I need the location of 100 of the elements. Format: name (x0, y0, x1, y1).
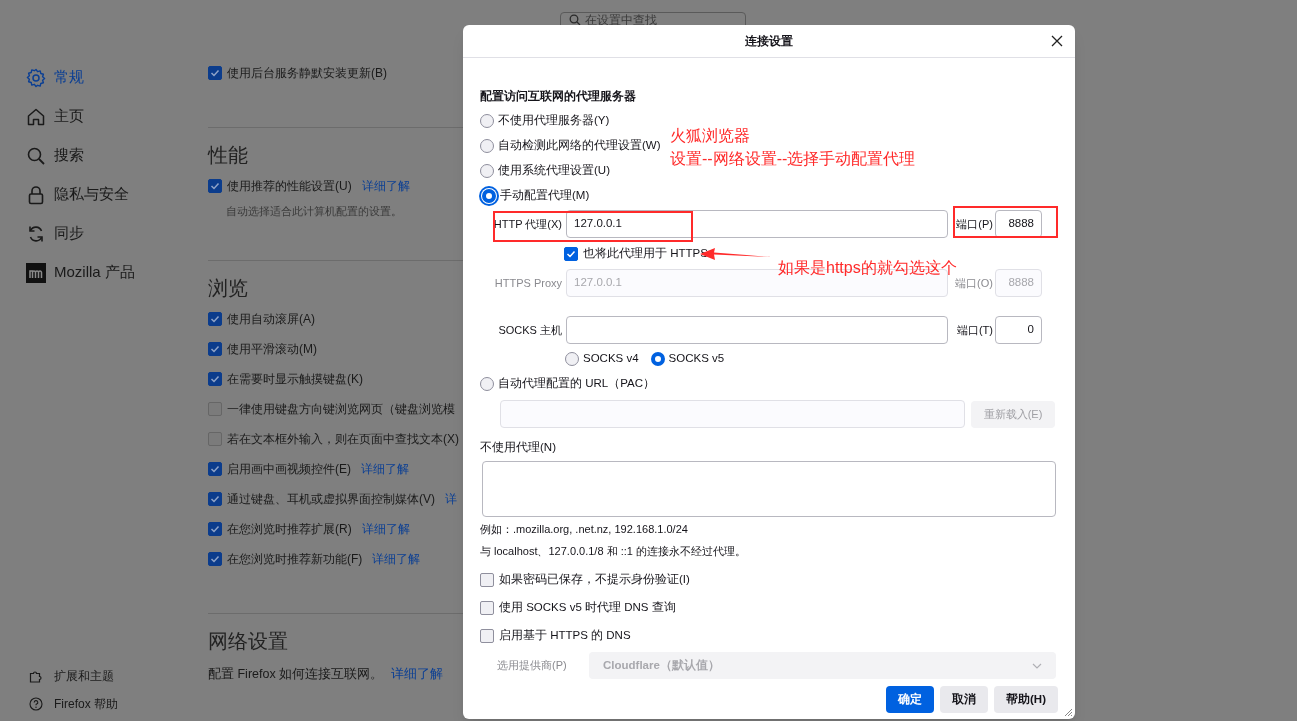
radio-label: SOCKS v5 (668, 350, 725, 366)
port-field[interactable]: 8888 (995, 210, 1042, 238)
dialog-button[interactable]: 帮助(H) (994, 686, 1058, 713)
field-label: 端口(O) (954, 275, 994, 291)
resize-grip-icon[interactable] (1063, 707, 1073, 717)
checkbox-label: 如果密码已保存，不提示身份验证(I) (499, 572, 690, 588)
learn-more-link[interactable]: 详细了解 (361, 177, 410, 195)
checkbox[interactable] (564, 247, 578, 261)
radio-label: SOCKS v4 (583, 350, 639, 366)
host-field[interactable] (566, 316, 948, 344)
checkbox[interactable] (208, 372, 222, 386)
radio-label: 自动检测此网络的代理设置(W) (498, 137, 661, 153)
checkbox[interactable] (480, 629, 494, 643)
sidebar-item[interactable]: 搜索 (54, 144, 84, 167)
radio-button[interactable] (480, 138, 494, 153)
hint-text: 与 localhost、127.0.0.1/8 和 ::1 的连接永不经过代理。 (480, 544, 747, 559)
checkbox-label: 使用 SOCKS v5 时代理 DNS 查询 (499, 600, 676, 616)
radio-button[interactable] (480, 377, 494, 391)
url-field[interactable] (500, 400, 965, 428)
checkmark-icon (210, 374, 220, 384)
checkmark-icon (210, 464, 220, 474)
checkbox[interactable] (208, 462, 222, 476)
radio-label: 手动配置代理(M) (500, 187, 590, 203)
radio-button[interactable] (482, 188, 496, 203)
checkbox[interactable] (208, 492, 222, 506)
learn-more-link[interactable]: 详细了解 (361, 460, 409, 478)
checkbox[interactable] (208, 522, 222, 536)
radio-label: 自动代理配置的 URL（PAC） (498, 376, 655, 392)
checkbox[interactable] (480, 601, 494, 615)
dialog-button[interactable]: 取消 (940, 686, 989, 713)
checkbox-label: 启用画中画视频控件(E) (227, 461, 351, 478)
sidebar-item[interactable]: 同步 (54, 222, 84, 245)
sync-icon (26, 223, 46, 244)
annotation-text: 火狐浏览器 (670, 126, 751, 146)
sidebar-item[interactable]: 主页 (54, 105, 84, 128)
checkmark-icon (210, 554, 220, 564)
field-label: 选用提供商(P) (497, 658, 568, 674)
checkbox[interactable] (208, 66, 222, 80)
checkbox-label: 使用后台服务静默安装更新(B) (227, 65, 387, 82)
help-icon (29, 697, 43, 711)
checkmark-icon (210, 524, 220, 534)
field-label: 端口(P) (955, 216, 994, 232)
checkbox[interactable] (480, 573, 494, 587)
checkbox[interactable] (208, 179, 222, 193)
field-label: 端口(T) (955, 322, 994, 338)
checkmark-icon (566, 249, 576, 259)
settings-icon (26, 67, 46, 88)
radio-button[interactable] (650, 351, 665, 366)
checkmark-icon (210, 314, 220, 324)
sidebar-item[interactable]: 常规 (54, 66, 84, 89)
checkmark-icon (210, 68, 220, 78)
checkbox[interactable] (208, 402, 222, 416)
checkmark-icon (210, 494, 220, 504)
search-icon (26, 145, 46, 166)
learn-more-link[interactable]: 详细了解 (372, 550, 421, 568)
host-field[interactable]: 127.0.0.1 (566, 210, 948, 238)
search-icon (569, 14, 581, 26)
sidebar-footer-link[interactable]: 扩展和主题 (54, 667, 114, 685)
dialog-button[interactable]: 确定 (886, 686, 935, 713)
sidebar-item[interactable]: 隐私与安全 (54, 183, 129, 206)
checkbox-label: 在您浏览时推荐扩展(R) (227, 521, 352, 538)
radio-label: 不使用代理服务器(Y) (498, 112, 610, 128)
section-heading: 浏览 (208, 276, 249, 301)
sidebar-footer-link[interactable]: Firefox 帮助 (54, 695, 118, 713)
checkbox[interactable] (208, 312, 222, 326)
port-field[interactable]: 0 (995, 316, 1042, 344)
checkbox[interactable] (208, 342, 222, 356)
checkbox-label: 一律使用键盘方向键浏览网页（键盘浏览模 (227, 401, 455, 418)
close-icon[interactable] (1051, 35, 1063, 47)
checkmark-icon (210, 344, 220, 354)
lock-icon (26, 184, 46, 205)
exceptions-field[interactable] (482, 461, 1056, 517)
section-heading: 性能 (208, 143, 249, 168)
radio-button[interactable] (565, 351, 579, 366)
learn-more-link[interactable]: 详细了解 (391, 664, 444, 684)
learn-more-link[interactable]: 详细了解 (361, 520, 410, 538)
checkbox-label: 使用自动滚屏(A) (227, 311, 315, 328)
learn-more-link[interactable]: 详 (445, 490, 457, 508)
field-label: 不使用代理(N) (480, 440, 557, 455)
home-icon (26, 106, 46, 127)
checkbox-label: 启用基于 HTTPS 的 DNS (499, 628, 631, 644)
hint-text: 例如：.mozilla.org, .net.nz, 192.168.1.0/24 (480, 522, 689, 537)
checkbox-label: 在您浏览时推荐新功能(F) (227, 551, 363, 568)
dialog-title: 连接设置 (745, 33, 793, 50)
radio-button[interactable] (480, 163, 494, 178)
puzzle-icon (29, 669, 43, 683)
section-heading: 网络设置 (208, 629, 289, 654)
radio-button[interactable] (480, 113, 494, 128)
field-label: SOCKS 主机 (497, 322, 563, 338)
mozilla-logo-icon (26, 262, 46, 283)
checkbox[interactable] (208, 552, 222, 566)
checkbox[interactable] (208, 432, 222, 446)
section-heading: 配置访问互联网的代理服务器 (480, 88, 637, 105)
field-label: HTTP 代理(X) (492, 216, 563, 232)
checkbox-label: 使用平滑滚动(M) (227, 341, 317, 358)
checkbox-label: 也将此代理用于 HTTPS (583, 246, 708, 262)
sidebar-item[interactable]: Mozilla 产品 (54, 261, 135, 284)
reload-button[interactable]: 重新载入(E) (971, 400, 1055, 428)
annotation-text: 设置--网络设置--选择手动配置代理 (670, 149, 916, 169)
description-text: 配置 Firefox 如何连接互联网。 (208, 665, 384, 683)
